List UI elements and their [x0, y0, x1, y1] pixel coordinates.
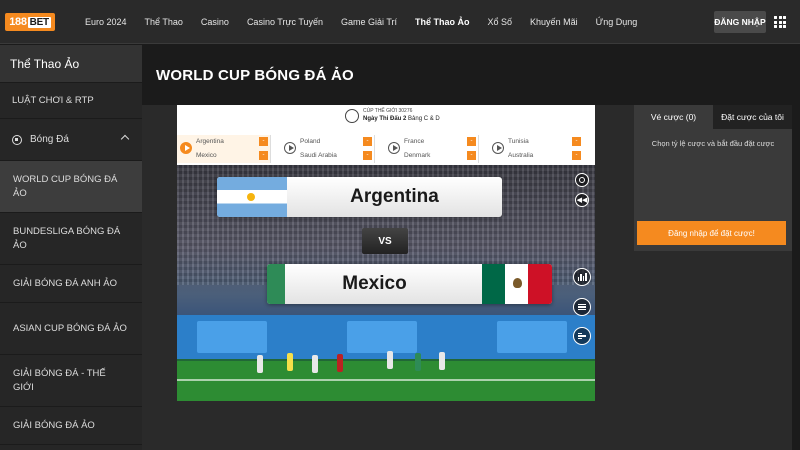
stats-chart-icon[interactable] [573, 268, 591, 286]
nav-item-the-thao[interactable]: Thể Thao [136, 17, 192, 27]
odds-button[interactable]: - [363, 137, 372, 146]
sidebar-item-giai-ao[interactable]: GIẢI BÓNG ĐÁ ẢO [0, 407, 142, 445]
sidebar-item-bundesliga[interactable]: BUNDESLIGA BÓNG ĐÁ ẢO [0, 213, 142, 265]
play-icon[interactable] [388, 142, 400, 154]
stadium-scene: Argentina VS Mexico ◀◀ [177, 165, 595, 401]
nav-item-euro-2024[interactable]: Euro 2024 [76, 17, 136, 27]
match-home-team: Poland [300, 138, 321, 145]
nav-item-ung-dung[interactable]: Ứng Dụng [587, 17, 647, 27]
match-item[interactable]: Tunisia Australia - - [489, 135, 583, 163]
match-day-label: Ngày Thi Đấu 2 Bảng C & D [363, 116, 440, 122]
play-icon[interactable] [180, 142, 192, 154]
nav-item-game-giai-tri[interactable]: Game Giải Trí [332, 17, 406, 27]
pitch [177, 361, 595, 401]
sidebar-item-world-cup[interactable]: WORLD CUP BÓNG ĐÁ ẢO [0, 161, 142, 213]
home-team-name: Argentina [350, 186, 439, 207]
sidebar-item-asian-cup[interactable]: ASIAN CUP BÓNG ĐÁ ẢO [0, 303, 142, 355]
soccer-ball-icon [12, 134, 22, 145]
nav-item-casino[interactable]: Casino [192, 17, 238, 27]
eagle-icon [513, 278, 522, 288]
brand-logo[interactable]: 188 BET [0, 0, 60, 44]
login-to-bet-button[interactable]: Đăng nhập để đặt cược! [637, 221, 786, 245]
match-item[interactable]: Poland Saudi Arabia - - [281, 135, 375, 163]
sidebar-category-label: Bóng Đá [30, 134, 69, 145]
bet-panel: Vé cược (0) Đặt cược của tôi Chọn tỷ lệ … [634, 105, 792, 251]
bet-tabs: Vé cược (0) Đặt cược của tôi [634, 105, 792, 129]
bet-panel-message: Chọn tỷ lệ cược và bắt đầu đặt cược [651, 139, 775, 148]
play-icon[interactable] [284, 142, 296, 154]
page-title: WORLD CUP BÓNG ĐÁ ẢO [156, 67, 354, 84]
sidebar: Thể Thao Ảo LUẬT CHƠI & RTP Bóng Đá WORL… [0, 45, 142, 450]
odds-button[interactable]: - [572, 137, 581, 146]
sidebar-title: Thể Thao Ảo [0, 45, 142, 83]
login-button[interactable]: ĐĂNG NHẬP [714, 11, 766, 33]
match-home-team: France [404, 138, 425, 145]
sidebar-rules-link[interactable]: LUẬT CHƠI & RTP [0, 83, 142, 119]
odds-button[interactable]: - [363, 151, 372, 160]
nav-items: Euro 2024 Thể Thao Casino Casino Trực Tu… [76, 17, 646, 27]
match-bar: CÚP THẾ GIỚI 30276 Ngày Thi Đấu 2 Bảng C… [177, 105, 595, 165]
bracket-icon[interactable] [573, 327, 591, 345]
match-item[interactable]: Argentina Mexico - - [177, 135, 271, 163]
group-label: Bảng C & D [408, 116, 440, 122]
odds-button[interactable]: - [259, 151, 268, 160]
match-day-text: Ngày Thi Đấu 2 [363, 116, 407, 122]
match-away-team: Australia [508, 152, 534, 159]
match-away-team: Saudi Arabia [300, 152, 337, 159]
odds-button[interactable]: - [467, 137, 476, 146]
odds-button[interactable]: - [572, 151, 581, 160]
main-content: WORLD CUP BÓNG ĐÁ ẢO CÚP THẾ GIỚI 30276 … [142, 45, 800, 450]
mexico-flag-stripe [267, 264, 285, 304]
brand-logo-badge: 188 BET [5, 12, 55, 31]
video-player[interactable]: CÚP THẾ GIỚI 30276 Ngày Thi Đấu 2 Bảng C… [177, 105, 595, 401]
settings-icon[interactable] [575, 173, 589, 187]
chevron-up-icon [120, 134, 130, 144]
play-icon[interactable] [492, 142, 504, 154]
ad-boards [177, 315, 595, 359]
sidebar-item-giai-anh[interactable]: GIẢI BÓNG ĐÁ ANH ẢO [0, 265, 142, 303]
grid-menu-icon[interactable] [774, 16, 786, 28]
sidebar-category-bong-da[interactable]: Bóng Đá [0, 119, 142, 161]
nav-item-khuyen-mai[interactable]: Khuyến Mãi [521, 17, 587, 27]
list-icon[interactable] [573, 298, 591, 316]
away-team-name: Mexico [342, 273, 407, 294]
nav-item-casino-truc-tuyen[interactable]: Casino Trực Tuyến [238, 17, 332, 27]
tab-bet-slip[interactable]: Vé cược (0) [634, 105, 713, 129]
rewind-icon[interactable]: ◀◀ [575, 193, 589, 207]
match-away-team: Mexico [196, 152, 217, 159]
odds-button[interactable]: - [467, 151, 476, 160]
game-area: CÚP THẾ GIỚI 30276 Ngày Thi Đấu 2 Bảng C… [142, 105, 792, 450]
mexico-flag [482, 264, 552, 304]
match-home-team: Tunisia [508, 138, 529, 145]
sidebar-item-the-gioi[interactable]: GIẢI BÓNG ĐÁ - THẾ GIỚI [0, 355, 142, 407]
argentina-flag-stripe [217, 177, 287, 217]
match-item[interactable]: France Denmark - - [385, 135, 479, 163]
top-nav: 188 BET Euro 2024 Thể Thao Casino Casino … [0, 0, 800, 44]
vs-label: VS [362, 228, 408, 254]
sun-icon [247, 193, 255, 201]
odds-button[interactable]: - [259, 137, 268, 146]
nav-item-the-thao-ao[interactable]: Thể Thao Ảo [406, 17, 479, 27]
world-cup-logo-icon [345, 109, 359, 123]
cup-label: CÚP THẾ GIỚI 30276 [363, 108, 413, 114]
match-home-team: Argentina [196, 138, 224, 145]
tab-my-bets[interactable]: Đặt cược của tôi [713, 105, 792, 129]
match-away-team: Denmark [404, 152, 431, 159]
nav-item-xo-so[interactable]: Xổ Số [479, 17, 522, 27]
